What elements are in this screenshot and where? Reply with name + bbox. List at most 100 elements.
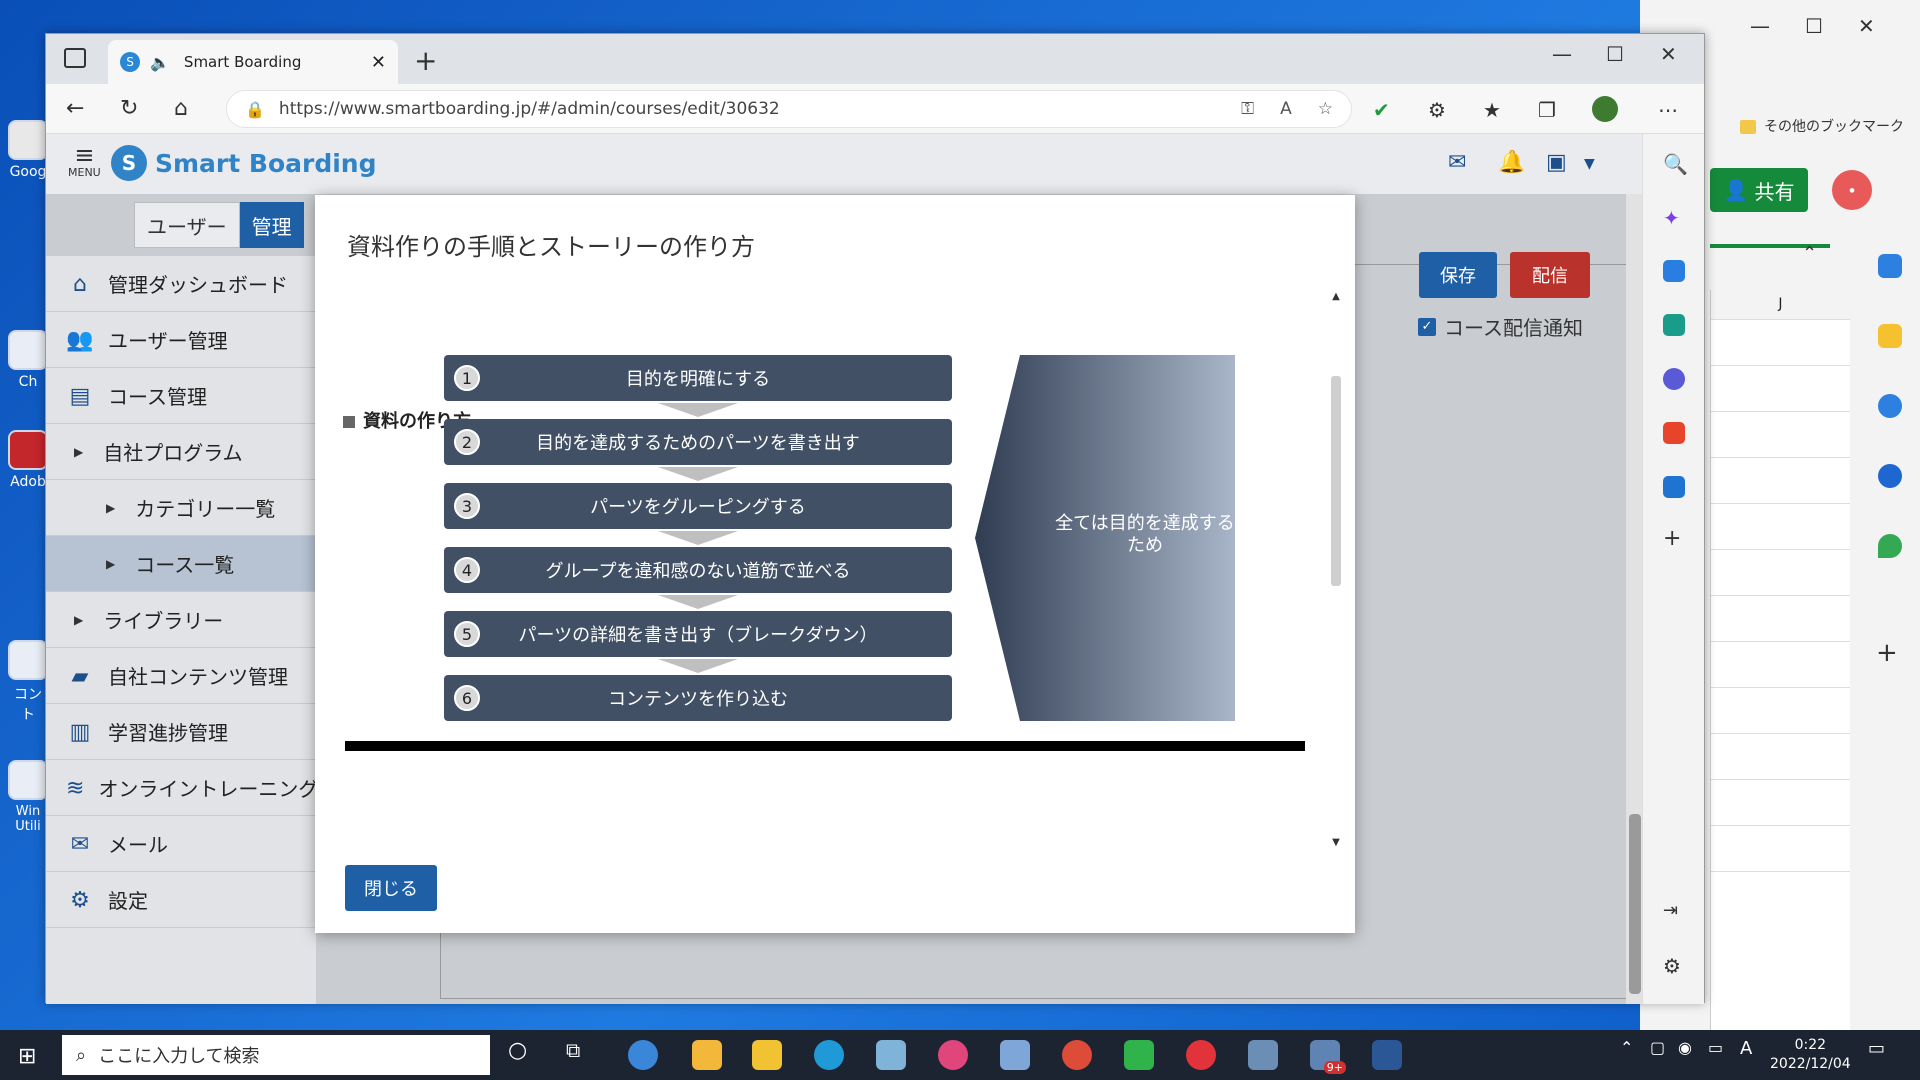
avatar[interactable]: ● — [1832, 170, 1872, 210]
smart-boarding-favicon-icon: S — [120, 52, 140, 72]
key-icon[interactable]: ⚿ — [1241, 99, 1254, 119]
task-view-icon[interactable]: ⧉ — [566, 1038, 580, 1062]
windows-start-icon[interactable]: ⊞ — [18, 1044, 36, 1069]
shopping-icon[interactable] — [1663, 260, 1685, 282]
games-icon[interactable] — [1663, 368, 1685, 390]
ime-indicator[interactable]: A — [1740, 1038, 1752, 1059]
spreadsheet[interactable]: J — [1710, 290, 1850, 1030]
search-icon: ⌕ — [76, 1044, 87, 1066]
word-icon[interactable] — [1372, 1040, 1402, 1070]
contacts-icon[interactable] — [1878, 464, 1902, 488]
slide-modal: 資料作りの手順とストーリーの作り方 資料の作り方 1 目的を明確にする 2 目的を達… — [315, 195, 1355, 933]
close-icon[interactable]: ✕ — [1660, 42, 1677, 66]
person-icon: 👤 — [1723, 178, 1749, 202]
goal-text: 全ては目的を達成するため — [1055, 513, 1235, 556]
chevron-down-icon — [658, 403, 738, 417]
tools-icon[interactable] — [1663, 314, 1685, 336]
calendar-icon[interactable] — [1878, 254, 1902, 278]
profile-avatar[interactable] — [1592, 96, 1618, 122]
check-extension-icon[interactable]: ✔ — [1373, 98, 1390, 122]
desktop-icon-ch[interactable]: Ch — [8, 330, 48, 390]
url-input[interactable]: 🔒 https://www.smartboarding.jp/#/admin/c… — [226, 90, 1352, 128]
app-icon-4[interactable] — [1186, 1040, 1216, 1070]
logo[interactable]: S Smart Boarding — [111, 145, 377, 181]
more-menu-icon[interactable]: ⋯ — [1658, 98, 1678, 122]
battery-icon[interactable]: ▭ — [1708, 1038, 1723, 1057]
modal-scrollbar[interactable]: ▲ ▼ — [1329, 291, 1343, 851]
bell-icon[interactable]: 🔔 — [1498, 150, 1525, 175]
step-item: 3 パーツをグルーピングする — [444, 483, 952, 529]
tab-smart-boarding[interactable]: S 🔈 Smart Boarding ✕ — [108, 40, 398, 84]
scroll-down-icon[interactable]: ▼ — [1329, 837, 1343, 851]
home-icon[interactable]: ⌂ — [174, 96, 188, 121]
sidebar-hide-icon[interactable]: ⇥ — [1663, 900, 1685, 922]
maps-icon[interactable] — [1878, 534, 1902, 558]
app-icon-5[interactable] — [1248, 1040, 1278, 1070]
desktop-icon-control[interactable]: コント — [8, 640, 48, 724]
clock[interactable]: 0:22 2022/12/04 — [1770, 1036, 1851, 1074]
file-explorer-icon[interactable] — [752, 1040, 782, 1070]
menu-button[interactable]: ≡ MENU — [68, 143, 101, 179]
tab-actions-icon[interactable] — [64, 48, 86, 68]
address-bar: ← ↻ ⌂ 🔒 https://www.smartboarding.jp/#/a… — [46, 84, 1704, 134]
edge-icon[interactable] — [814, 1040, 844, 1070]
tray-chevron-icon[interactable]: ⌃ — [1620, 1038, 1633, 1057]
read-aloud-icon[interactable]: A — [1280, 99, 1292, 119]
outlook-icon[interactable] — [1663, 476, 1685, 498]
add-icon[interactable]: + — [1876, 638, 1898, 668]
favorite-add-icon[interactable]: ☆ — [1318, 99, 1333, 119]
app-header: ≡ MENU S Smart Boarding ✉ 🔔 ▣ ▼ — [46, 134, 1644, 194]
bookmark-folder[interactable]: その他のブックマーク — [1740, 116, 1904, 136]
gear-icon[interactable]: ⚙ — [1663, 954, 1685, 978]
maximize-icon[interactable]: ☐ — [1805, 14, 1823, 38]
close-icon[interactable]: ✕ — [1858, 14, 1875, 38]
scroll-up-icon[interactable]: ▲ — [1329, 291, 1343, 305]
copilot-icon[interactable]: ✦ — [1663, 206, 1685, 230]
slack-icon[interactable] — [938, 1040, 968, 1070]
mail-icon[interactable]: ✉ — [1448, 150, 1466, 175]
tray-network-icon[interactable]: ◉ — [1678, 1038, 1692, 1057]
favorites-icon[interactable]: ★ — [1483, 98, 1501, 122]
close-button[interactable]: 閉じる — [345, 865, 437, 911]
company-icon[interactable]: ▣ — [1546, 150, 1567, 175]
refresh-icon[interactable]: ↻ — [120, 96, 138, 121]
logo-icon: S — [111, 145, 147, 181]
tasks-icon[interactable] — [1878, 394, 1902, 418]
new-tab-icon[interactable]: + — [414, 44, 437, 77]
app-icon-1[interactable] — [628, 1040, 658, 1070]
chevron-up-icon[interactable]: ⌃ — [1802, 243, 1817, 264]
edge-sidebar: 🔍 ✦ + ⇥ ⚙ — [1642, 134, 1704, 1004]
minimize-icon[interactable]: — — [1750, 14, 1770, 38]
step-item: 1 目的を明確にする — [444, 355, 952, 401]
chevron-down-icon — [658, 467, 738, 481]
chevron-down-icon[interactable]: ▼ — [1584, 156, 1595, 172]
share-button[interactable]: 👤 共有 — [1710, 168, 1808, 212]
tray-app-icon[interactable]: ▢ — [1650, 1038, 1665, 1057]
app-icon-6[interactable]: 9+ — [1310, 1040, 1346, 1074]
desktop-icon-winz[interactable]: Win Utili — [8, 760, 48, 834]
office-icon[interactable] — [1663, 422, 1685, 444]
cortana-icon[interactable]: ○ — [508, 1038, 527, 1063]
extensions-icon[interactable]: ⚙ — [1428, 98, 1446, 122]
minimize-icon[interactable]: — — [1552, 42, 1572, 66]
back-icon[interactable]: ← — [66, 96, 84, 121]
app-icon-2[interactable] — [692, 1040, 722, 1070]
taskbar-search[interactable]: ⌕ ここに入力して検索 — [62, 1035, 490, 1075]
desktop-icon-adobe[interactable]: Adob — [8, 430, 48, 490]
speaker-icon[interactable]: 🔈 — [150, 53, 170, 72]
add-icon[interactable]: + — [1663, 526, 1685, 551]
app-icon-3[interactable] — [876, 1040, 906, 1070]
step-item: 2 目的を達成するためのパーツを書き出す — [444, 419, 952, 465]
desktop-icon-chrome[interactable]: Goog — [8, 120, 48, 180]
keep-icon[interactable] — [1878, 324, 1902, 348]
collections-icon[interactable]: ❐ — [1538, 98, 1556, 122]
folder-icon — [1740, 120, 1756, 134]
chrome-icon[interactable] — [1062, 1040, 1092, 1070]
paint-icon[interactable] — [1000, 1040, 1030, 1070]
notification-icon[interactable]: ▭ — [1868, 1038, 1885, 1059]
search-icon[interactable]: 🔍 — [1663, 152, 1688, 176]
line-icon[interactable] — [1124, 1040, 1154, 1070]
column-header: J — [1711, 290, 1850, 320]
maximize-icon[interactable]: ☐ — [1606, 42, 1624, 66]
tab-close-icon[interactable]: ✕ — [371, 52, 386, 73]
